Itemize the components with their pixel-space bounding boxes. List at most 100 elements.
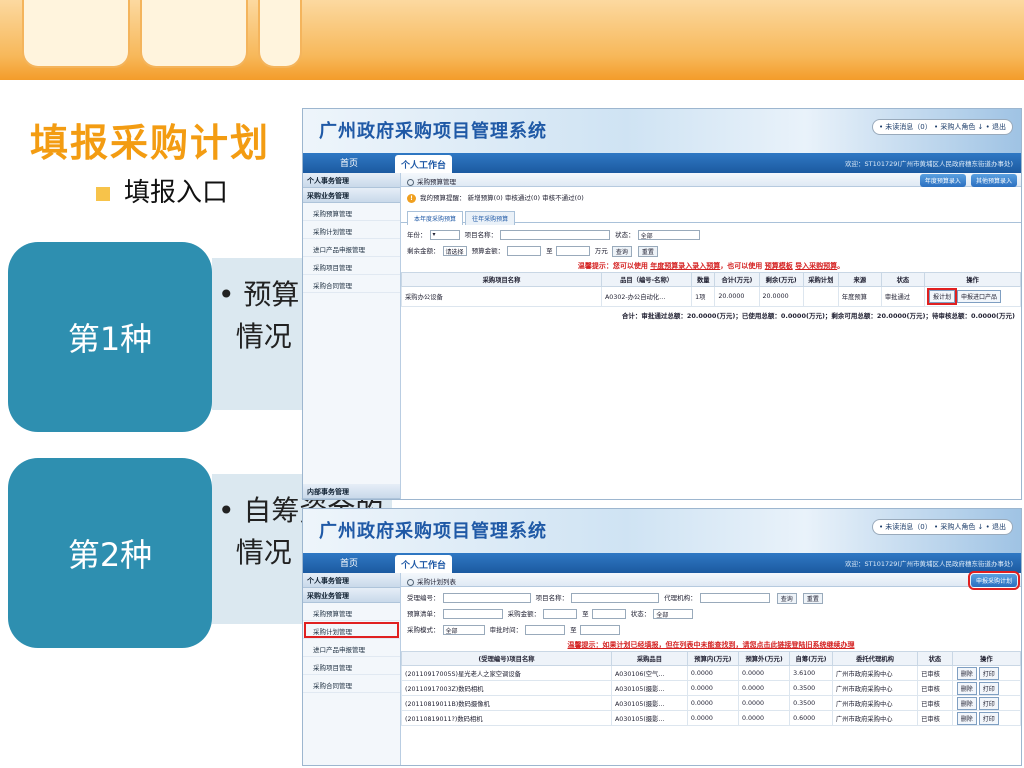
annual-budget-button[interactable]: 年度预算录入 — [919, 174, 966, 187]
declare-import-button[interactable]: 申报进口产品 — [957, 290, 1002, 303]
cell-agency: 广州市政府采购中心 — [831, 680, 919, 696]
year-select[interactable]: ▾ — [429, 230, 460, 240]
cell-in: 0.0000 — [686, 710, 740, 726]
cell-out: 0.0000 — [737, 680, 791, 696]
project-input[interactable] — [500, 230, 611, 240]
cell-status: 已审核 — [917, 710, 953, 726]
project-label: 项目名称： — [464, 231, 498, 239]
sidebar: 个人事务管理 采购业务管理 采购预算管理 采购计划管理 进口产品申报管理 采购项… — [303, 573, 401, 765]
budget-list-label: 预算清单： — [407, 610, 440, 618]
sidebar-business[interactable]: 采购业务管理 — [303, 588, 400, 603]
table-row: (20110917003Z)数码相机 A030105(摄影… 0.0000 0.000… — [401, 680, 1021, 696]
cell-actions: 报计划 申报进口产品 — [924, 286, 1021, 307]
agency-label: 代理机构： — [664, 594, 697, 602]
sidebar-item-plan[interactable]: 采购计划管理 — [303, 221, 400, 239]
nav-home[interactable]: 首页 — [325, 156, 373, 169]
agency-input[interactable] — [699, 593, 770, 603]
search-button[interactable]: 查询 — [611, 245, 632, 257]
budget-min-input[interactable] — [507, 246, 542, 256]
project-input[interactable] — [571, 593, 660, 603]
slide-title: 填报采购计划 — [30, 121, 271, 165]
sidebar-personal[interactable]: 个人事务管理 — [303, 573, 400, 588]
sidebar-item-project[interactable]: 采购项目管理 — [303, 257, 400, 275]
sidebar-item-import[interactable]: 进口产品申报管理 — [303, 239, 400, 257]
sidebar-item-contract[interactable]: 采购合同管理 — [303, 275, 400, 293]
budget-list-input[interactable] — [442, 609, 503, 619]
tip-link-annual[interactable]: 年度预算录入录入预算 — [650, 262, 720, 270]
sidebar-business[interactable]: 采购业务管理 — [303, 188, 400, 203]
table-header-row: (受理编号)项目名称 采购品目 预算内(万元) 预算外(万元) 自筹(万元) 委… — [401, 651, 1021, 666]
print-button[interactable]: 打印 — [978, 666, 999, 680]
tab-current-year[interactable]: 本年度采购预算 — [407, 211, 464, 225]
reminder-row: ! 我的预算提醒： 新增预算(0) 审核通过(0) 审核不通过(0) — [401, 187, 1021, 207]
print-button[interactable]: 打印 — [978, 711, 999, 725]
delete-button[interactable]: 删除 — [956, 711, 977, 725]
cell-out: 0.0000 — [737, 710, 791, 726]
cell-self: 0.3500 — [789, 695, 833, 711]
budget-max-input[interactable] — [555, 246, 590, 256]
tip-link-template[interactable]: 预算模板 — [765, 262, 793, 270]
approve-time-end[interactable] — [579, 625, 620, 635]
declare-plan-button[interactable]: 申报采购计划 — [967, 571, 1021, 590]
sidebar-item-project[interactable]: 采购项目管理 — [303, 657, 400, 675]
table-row: 采购办公设备 A0302-办公自动化… 1项 20.0000 20.0000 年… — [401, 286, 1021, 307]
plan-filter-row-1: 受理编号： 项目名称： 代理机构： 查询 重置 — [401, 589, 1021, 605]
to-label: 至 — [582, 610, 589, 618]
nav-workbench[interactable]: 个人工作台 — [395, 155, 453, 173]
reset-button[interactable]: 重置 — [637, 245, 658, 257]
filter-row-1: 年份： ▾ 项目名称： 状态： 全部 — [401, 226, 1021, 242]
sidebar-internal[interactable]: 内部事务管理 — [303, 484, 400, 499]
report-plan-button[interactable]: 报计划 — [926, 288, 958, 305]
table-header-row: 采购项目名称 品目（编号-名称） 数量 合计(万元) 剩余(万元) 采购计划 来… — [401, 272, 1021, 287]
mode-select[interactable]: 全部 — [442, 625, 485, 635]
sidebar-item-budget[interactable]: 采购预算管理 — [303, 203, 400, 221]
status-select[interactable]: 全部 — [653, 609, 694, 619]
cell-actions: 删除 打印 — [951, 680, 1021, 696]
filter-row-2: 剩余金额： 请选择 预算金额： 至 万元 查询 重置 — [401, 242, 1021, 258]
cell-plan — [802, 286, 839, 307]
top-links[interactable]: • 未读消息（0） • 采购人角色 ↓ • 退出 — [871, 519, 1013, 535]
panel-titlebar: 采购预算管理 年度预算录入 其他预算录入 — [401, 173, 1021, 187]
panel-title: 采购预算管理 — [417, 178, 456, 186]
tip-link-import[interactable]: 导入采购预算 — [795, 262, 837, 270]
reminder-text[interactable]: 我的预算提醒： 新增预算(0) 审核通过(0) 审核不通过(0) — [420, 194, 584, 202]
sidebar-item-import[interactable]: 进口产品申报管理 — [303, 639, 400, 657]
col-header: 采购计划 — [802, 272, 839, 287]
col-header: 合计(万元) — [714, 272, 760, 287]
cell-out: 0.0000 — [737, 695, 791, 711]
remain-select[interactable]: 请选择 — [442, 246, 467, 256]
plan-tip-link[interactable]: 温馨提示：如果计划已经填报，但在列表中未能查找到，请您点击此链接登陆旧系统继续办… — [568, 641, 855, 649]
print-button[interactable]: 打印 — [978, 681, 999, 695]
status-select[interactable]: 全部 — [637, 230, 700, 240]
sidebar-item-budget[interactable]: 采购预算管理 — [303, 603, 400, 621]
cell-self: 3.6100 — [789, 665, 833, 681]
col-header: 操作 — [924, 272, 1021, 287]
print-button[interactable]: 打印 — [978, 696, 999, 710]
cell-item: A030105(摄影… — [611, 680, 688, 696]
search-button[interactable]: 查询 — [776, 592, 797, 604]
accept-no-input[interactable] — [442, 593, 531, 603]
approve-time-start[interactable] — [525, 625, 566, 635]
amount-max-input[interactable] — [591, 609, 626, 619]
delete-button[interactable]: 删除 — [956, 696, 977, 710]
col-header: 采购项目名称 — [401, 272, 602, 287]
nav-home[interactable]: 首页 — [325, 556, 373, 569]
cell-agency: 广州市政府采购中心 — [831, 665, 919, 681]
other-budget-button[interactable]: 其他预算录入 — [970, 174, 1017, 187]
accept-no-label: 受理编号： — [407, 594, 440, 602]
nav-workbench[interactable]: 个人工作台 — [395, 555, 453, 573]
sidebar-item-plan[interactable]: 采购计划管理 — [303, 621, 400, 639]
cell-item: A0302-办公自动化… — [600, 286, 693, 307]
tab-past-years[interactable]: 往年采购预算 — [465, 211, 516, 225]
top-links[interactable]: • 未读消息（0） • 采购人角色 ↓ • 退出 — [871, 119, 1013, 135]
delete-button[interactable]: 删除 — [956, 666, 977, 680]
col-header: 预算内(万元) — [686, 651, 740, 666]
table-row: (20110819011?)数码相机 A030105(摄影… 0.0000 0.000… — [401, 710, 1021, 726]
cell-item: A030105(摄影… — [611, 695, 688, 711]
sidebar-personal[interactable]: 个人事务管理 — [303, 173, 400, 188]
sidebar-item-contract[interactable]: 采购合同管理 — [303, 675, 400, 693]
amount-min-input[interactable] — [543, 609, 578, 619]
reset-button[interactable]: 重置 — [802, 592, 823, 604]
delete-button[interactable]: 删除 — [956, 681, 977, 695]
remain-label: 剩余金额： — [407, 247, 440, 255]
